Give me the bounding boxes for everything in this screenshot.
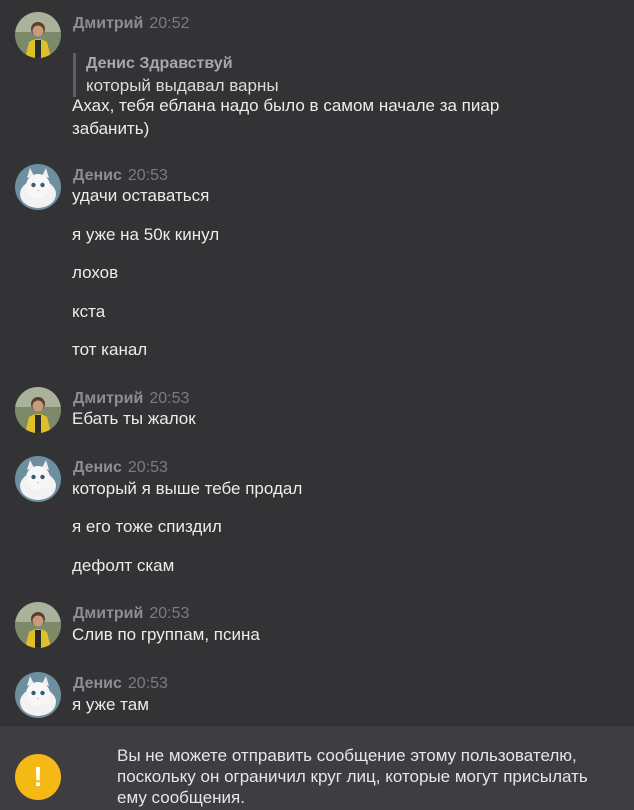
author-name[interactable]: Дмитрий bbox=[73, 15, 143, 32]
quote-text: который выдавал варны bbox=[86, 76, 279, 95]
avatar-denis-image bbox=[15, 672, 61, 718]
avatar-denis[interactable] bbox=[15, 164, 61, 210]
timestamp: 20:53 bbox=[127, 675, 168, 692]
message-text: дефолт скам bbox=[72, 556, 175, 575]
message-header: Денис 20:53 bbox=[73, 458, 168, 478]
avatar-denis[interactable] bbox=[15, 672, 61, 718]
message-text: удачи оставаться bbox=[72, 186, 210, 205]
message-text: лохов bbox=[72, 263, 119, 282]
warning-icon: ! bbox=[15, 754, 61, 800]
timestamp: 20:53 bbox=[127, 459, 168, 476]
timestamp: 20:52 bbox=[149, 15, 190, 32]
avatar-dmitry-image bbox=[15, 602, 61, 648]
author-name[interactable]: Денис bbox=[73, 459, 122, 476]
avatar-denis-image bbox=[15, 164, 61, 210]
author-name[interactable]: Дмитрий bbox=[73, 390, 143, 407]
avatar-denis-image bbox=[15, 456, 61, 502]
timestamp: 20:53 bbox=[127, 167, 168, 184]
avatar-dmitry[interactable] bbox=[15, 387, 61, 433]
message-text: Слив по группам, псина bbox=[72, 625, 260, 644]
avatar-dmitry[interactable] bbox=[15, 12, 61, 58]
quoted-message[interactable]: Денис Здравствуй который выдавал варны bbox=[73, 53, 279, 97]
quote-author: Денис Здравствуй bbox=[86, 55, 233, 72]
author-name[interactable]: Денис bbox=[73, 167, 122, 184]
message-header: Дмитрий 20:53 bbox=[73, 604, 189, 624]
message-text: забанить) bbox=[72, 119, 150, 138]
notice-text: Вы не можете отправить сообщение этому п… bbox=[117, 746, 588, 807]
message-header: Дмитрий 20:52 bbox=[73, 14, 189, 34]
timestamp: 20:53 bbox=[149, 390, 190, 407]
message-text: кста bbox=[72, 302, 106, 321]
author-name[interactable]: Денис bbox=[73, 675, 122, 692]
message-text: я уже на 50к кинул bbox=[72, 225, 220, 244]
avatar-dmitry[interactable] bbox=[15, 602, 61, 648]
message-text: я уже там bbox=[72, 695, 149, 714]
message-header: Денис 20:53 bbox=[73, 166, 168, 186]
message-header: Дмитрий 20:53 bbox=[73, 389, 189, 409]
avatar-dmitry-image bbox=[15, 12, 61, 58]
avatar-denis[interactable] bbox=[15, 456, 61, 502]
message-header: Денис 20:53 bbox=[73, 674, 168, 694]
timestamp: 20:53 bbox=[149, 605, 190, 622]
message-text: Ебать ты жалок bbox=[72, 409, 196, 428]
messaging-restricted-notice: ! Вы не можете отправить сообщение этому… bbox=[0, 726, 634, 810]
author-name[interactable]: Дмитрий bbox=[73, 605, 143, 622]
message-text: который я выше тебе продал bbox=[72, 479, 303, 498]
message-text: Ахах, тебя еблана надо было в самом нача… bbox=[72, 96, 500, 115]
avatar-dmitry-image bbox=[15, 387, 61, 433]
message-text: я его тоже спиздил bbox=[72, 517, 222, 536]
message-text: тот канал bbox=[72, 340, 148, 359]
